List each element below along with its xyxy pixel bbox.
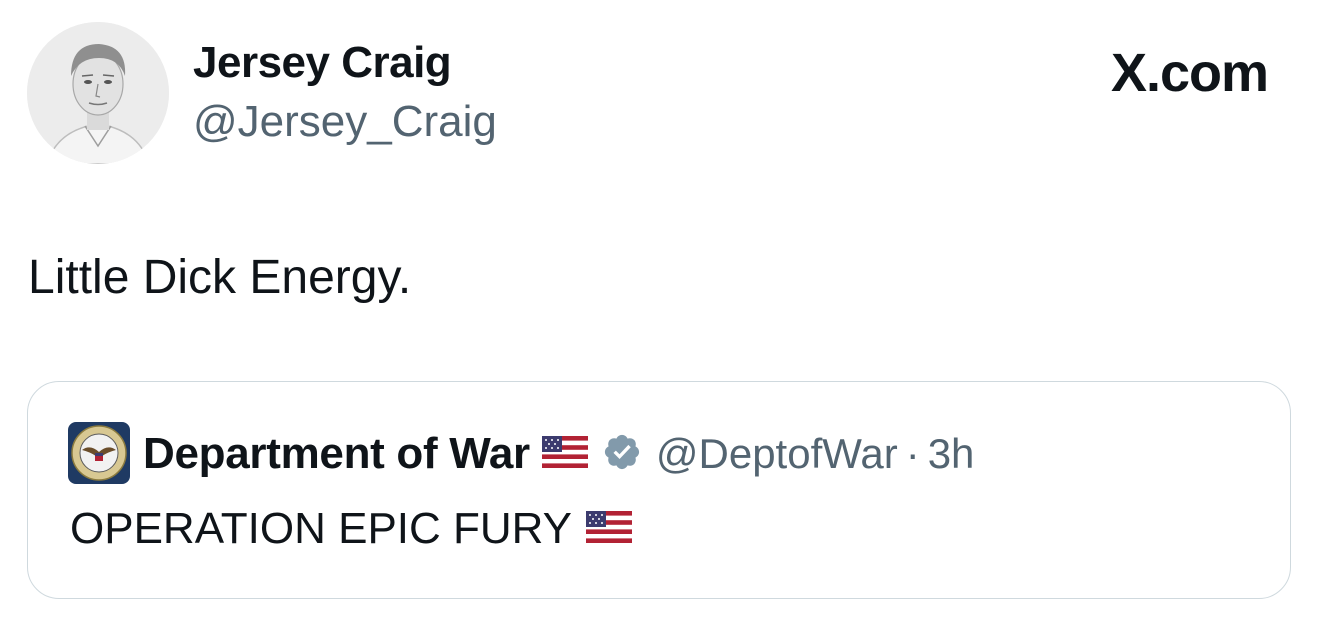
quoted-post-text-row: OPERATION EPIC FURY — [70, 504, 633, 554]
verified-badge-icon[interactable] — [602, 432, 642, 477]
quoted-author-avatar[interactable] — [68, 422, 130, 484]
department-seal-avatar-icon — [68, 422, 130, 484]
separator-dot: · — [905, 430, 920, 477]
quoted-post-text: OPERATION EPIC FURY — [70, 504, 573, 553]
brand-watermark: X.com — [1110, 43, 1269, 103]
post-text: Little Dick Energy. — [28, 251, 412, 304]
person-portrait-avatar-icon — [27, 22, 169, 164]
author-handle[interactable]: @Jersey_Craig — [193, 97, 497, 147]
post-timestamp[interactable]: 3h — [928, 430, 975, 478]
quoted-author-name[interactable]: Department of War — [143, 429, 530, 479]
quoted-author-handle[interactable]: @DeptofWar — [656, 430, 898, 478]
author-name[interactable]: Jersey Craig — [193, 38, 452, 88]
quoted-post-header: Department of War @DeptofWar · 3h — [143, 426, 974, 482]
us-flag-icon — [541, 435, 588, 473]
quoted-post-card[interactable]: Department of War @DeptofWar · 3h OPERAT… — [27, 381, 1291, 599]
author-avatar[interactable] — [27, 22, 169, 164]
us-flag-icon — [586, 504, 633, 554]
